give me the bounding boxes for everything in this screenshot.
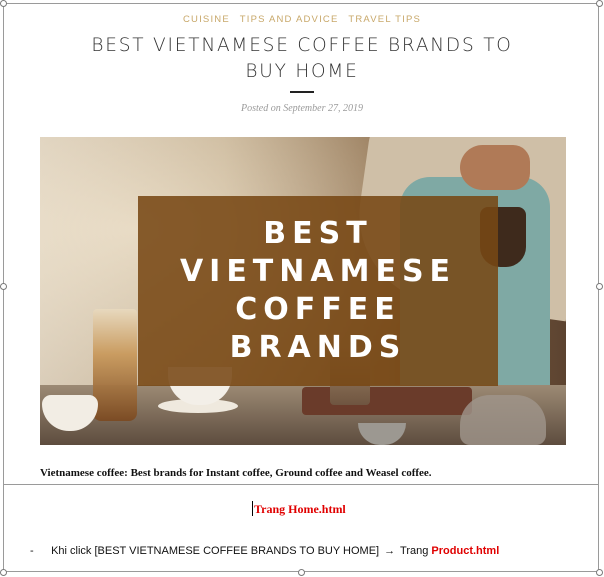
resize-handle-top-left[interactable] [0, 0, 7, 7]
hero-image[interactable]: BEST VIETNAMESE COFFEE BRANDS [40, 137, 566, 445]
text-cursor [252, 501, 253, 516]
overlay-line-3: COFFEE [235, 292, 401, 327]
resize-handle-bottom-left[interactable] [0, 569, 7, 576]
bullet-dash: - [30, 545, 34, 557]
hero-iced-coffee-glass [93, 309, 137, 421]
section-divider [3, 484, 599, 485]
hero-tray [302, 387, 472, 415]
post-categories: CUISINE TIPS AND ADVICE TRAVEL TIPS [0, 14, 604, 25]
resize-handle-top-right[interactable] [596, 0, 603, 7]
hero-hand [460, 145, 530, 190]
resize-handle-bottom-right[interactable] [596, 569, 603, 576]
resize-handle-left[interactable] [0, 283, 7, 290]
post-title-link[interactable]: BEST VIETNAMESE COFFEE BRANDS TO BUY HOM… [60, 33, 544, 85]
hero-jar [460, 395, 546, 445]
resize-handle-right[interactable] [596, 283, 603, 290]
category-link-tips-and-advice[interactable]: TIPS AND ADVICE [240, 14, 339, 25]
page-name-note[interactable]: Trang Home.html [254, 502, 346, 517]
bullet-text: Khi click [BEST VIETNAMESE COFFEE BRANDS… [51, 545, 380, 557]
post-excerpt: Vietnamese coffee: Best brands for Insta… [40, 467, 432, 479]
overlay-line-4: BRANDS [229, 330, 407, 365]
note-bullet[interactable]: - Khi click [BEST VIETNAMESE COFFEE BRAN… [30, 545, 590, 557]
hero-overlay-text: BEST VIETNAMESE COFFEE BRANDS [180, 215, 456, 367]
resize-handle-bottom-center[interactable] [298, 569, 305, 576]
category-link-travel-tips[interactable]: TRAVEL TIPS [348, 14, 421, 25]
bullet-trang: Trang [400, 545, 429, 557]
category-link-cuisine[interactable]: CUISINE [183, 14, 230, 25]
bullet-target-page: Product.html [431, 545, 500, 557]
title-divider [290, 91, 314, 93]
hero-overlay: BEST VIETNAMESE COFFEE BRANDS [138, 196, 498, 386]
post-date: Posted on September 27, 2019 [241, 103, 363, 114]
post-title-line-2: BUY HOME [245, 61, 359, 82]
post-title-line-1: BEST VIETNAMESE COFFEE BRANDS TO [91, 35, 513, 56]
right-arrow-icon: → [384, 545, 396, 557]
overlay-line-2: VIETNAMESE [179, 254, 457, 289]
overlay-line-1: BEST [263, 216, 373, 251]
